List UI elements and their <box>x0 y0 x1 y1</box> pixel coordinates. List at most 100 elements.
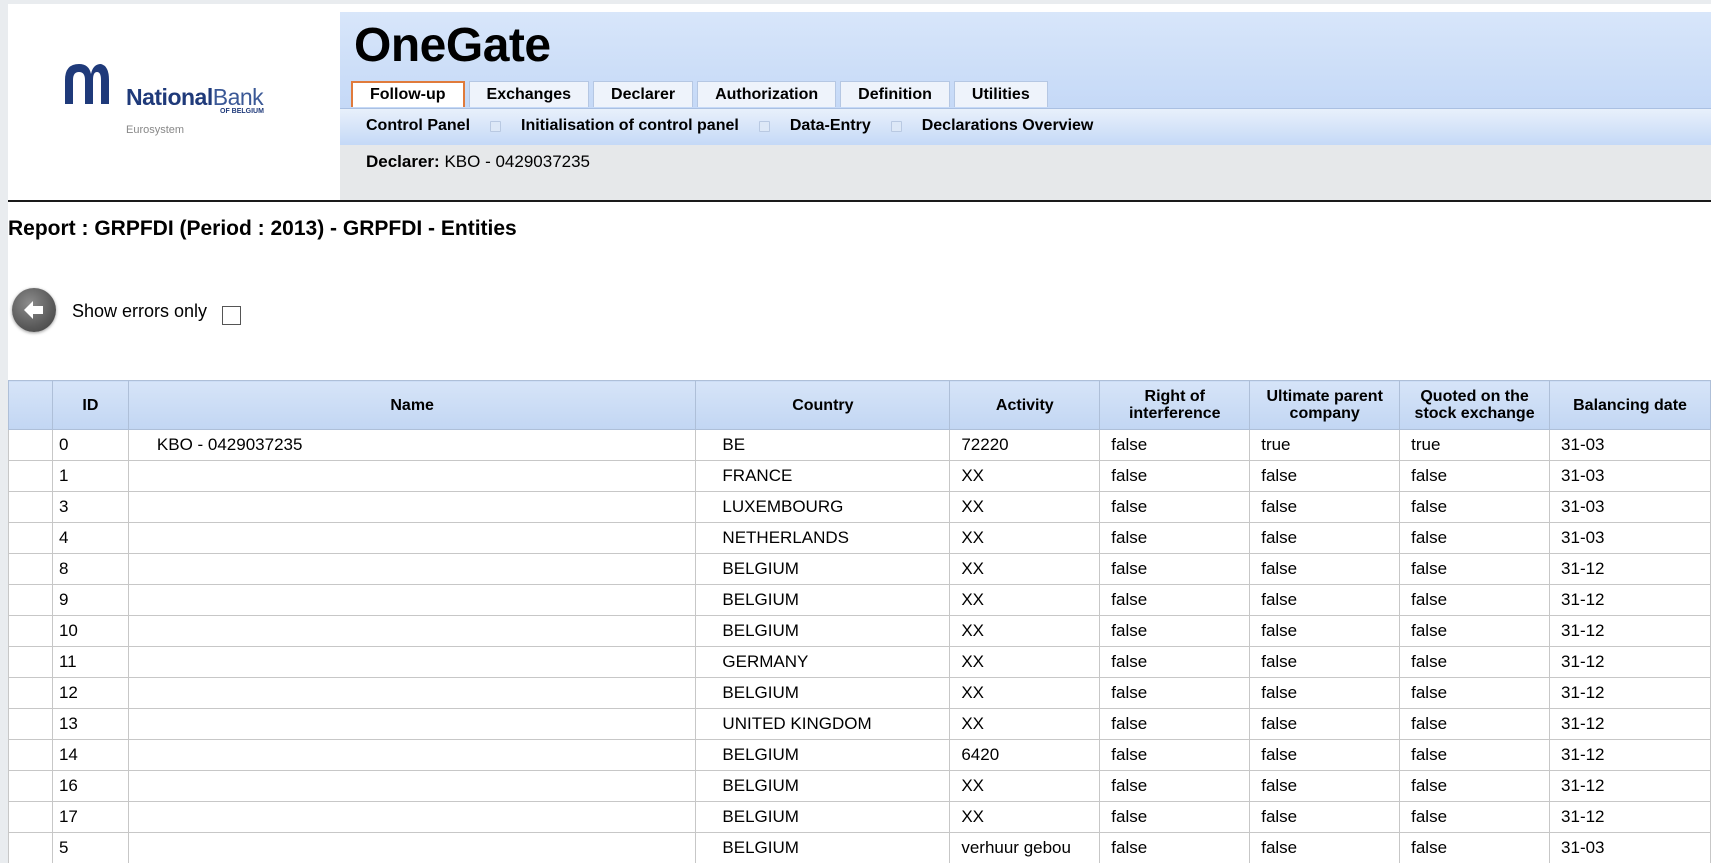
tab-utilities[interactable]: Utilities <box>953 81 1048 107</box>
cell-activity: XX <box>949 677 1101 709</box>
row-selector-cell[interactable] <box>8 522 53 554</box>
submenu-separator <box>758 120 770 132</box>
table-row[interactable]: 11 GERMANY XX false false false 31-12 <box>8 646 1711 678</box>
cell-name: KBO - 0429037235 <box>127 429 697 461</box>
row-selector-cell[interactable] <box>8 584 53 616</box>
cell-name <box>127 491 697 523</box>
column-header-name[interactable]: Name <box>127 380 697 430</box>
submenu-initialisation[interactable]: Initialisation of control panel <box>521 117 739 135</box>
row-selector-cell[interactable] <box>8 429 53 461</box>
cell-activity: XX <box>949 615 1101 647</box>
column-header-balancing-date[interactable]: Balancing date <box>1549 380 1711 430</box>
table-row[interactable]: 12 BELGIUM XX false false false 31-12 <box>8 677 1711 709</box>
table-row[interactable]: 3 LUXEMBOURG XX false false false 31-03 <box>8 491 1711 523</box>
table-row[interactable]: 13 UNITED KINGDOM XX false false false 31-12 <box>8 708 1711 740</box>
cell-ultimate: false <box>1249 491 1401 523</box>
cell-quoted: false <box>1399 801 1551 833</box>
column-header-activity[interactable]: Activity <box>949 380 1101 430</box>
cell-id: 9 <box>51 584 129 616</box>
table-row[interactable]: 16 BELGIUM XX false false false 31-12 <box>8 770 1711 802</box>
cell-quoted: true <box>1399 429 1551 461</box>
logo-subtitle: OF BELGIUM <box>220 108 264 115</box>
cell-quoted: false <box>1399 553 1551 585</box>
cell-right: false <box>1099 832 1251 863</box>
table-row[interactable]: 4 NETHERLANDS XX false false false 31-03 <box>8 522 1711 554</box>
submenu-data-entry[interactable]: Data-Entry <box>790 117 871 135</box>
cell-ultimate: false <box>1249 460 1401 492</box>
row-selector-cell[interactable] <box>8 739 53 771</box>
show-errors-label: Show errors only <box>72 301 208 321</box>
report-title: Report : GRPFDI (Period : 2013) - GRPFDI… <box>8 217 517 240</box>
row-selector-cell[interactable] <box>8 460 53 492</box>
cell-country: BELGIUM <box>695 801 951 833</box>
cell-country: BE <box>695 429 951 461</box>
cell-name <box>127 770 697 802</box>
back-button[interactable] <box>12 288 56 332</box>
declarer-label: Declarer: <box>366 152 440 171</box>
submenu-separator <box>490 120 502 132</box>
column-header-id[interactable]: ID <box>51 380 129 430</box>
row-selector-cell[interactable] <box>8 832 53 863</box>
table-row[interactable]: 0 KBO - 0429037235 BE 72220 false true true 31-… <box>8 429 1711 461</box>
main-tabs: Follow-up Exchanges Declarer Authorizati… <box>351 81 1048 108</box>
table-row[interactable]: 9 BELGIUM XX false false false 31-12 <box>8 584 1711 616</box>
cell-ultimate: false <box>1249 677 1401 709</box>
cell-activity: XX <box>949 491 1101 523</box>
row-selector-cell[interactable] <box>8 770 53 802</box>
column-header-ultimate-parent[interactable]: Ultimate parent company <box>1249 380 1401 430</box>
tab-follow-up[interactable]: Follow-up <box>351 81 465 107</box>
cell-balancing: 31-12 <box>1549 677 1711 709</box>
table-row[interactable]: 17 BELGIUM XX false false false 31-12 <box>8 801 1711 833</box>
cell-ultimate: false <box>1249 770 1401 802</box>
cell-right: false <box>1099 646 1251 678</box>
cell-balancing: 31-12 <box>1549 739 1711 771</box>
row-selector-cell[interactable] <box>8 708 53 740</box>
cell-ultimate: false <box>1249 801 1401 833</box>
header-divider <box>8 200 1711 202</box>
arrow-left-icon <box>24 301 43 319</box>
column-header-country[interactable]: Country <box>695 380 951 430</box>
declarer-value: KBO - 0429037235 <box>444 152 591 171</box>
logo[interactable]: NationalBank OF BELGIUM Eurosystem <box>8 4 340 200</box>
row-selector-cell[interactable] <box>8 646 53 678</box>
row-selector-cell[interactable] <box>8 677 53 709</box>
table-header-row: ID Name Country Activity Right of interfe… <box>8 380 1711 430</box>
table-row[interactable]: 8 BELGIUM XX false false false 31-12 <box>8 553 1711 585</box>
cell-country: BELGIUM <box>695 615 951 647</box>
show-errors-checkbox[interactable] <box>222 306 241 325</box>
cell-activity: XX <box>949 708 1101 740</box>
tab-definition[interactable]: Definition <box>840 81 950 107</box>
row-selector-cell[interactable] <box>8 553 53 585</box>
row-selector-cell[interactable] <box>8 491 53 523</box>
cell-right: false <box>1099 770 1251 802</box>
table-row[interactable]: 10 BELGIUM XX false false false 31-12 <box>8 615 1711 647</box>
tab-authorization[interactable]: Authorization <box>697 81 837 107</box>
submenu-declarations-overview[interactable]: Declarations Overview <box>922 117 1094 135</box>
logo-text: NationalBank <box>126 84 264 110</box>
cell-ultimate: false <box>1249 553 1401 585</box>
submenu-control-panel[interactable]: Control Panel <box>366 117 470 135</box>
cell-ultimate: false <box>1249 739 1401 771</box>
cell-name <box>127 522 697 554</box>
column-header-right-of-interference[interactable]: Right of interference <box>1099 380 1251 430</box>
page: NationalBank OF BELGIUM Eurosystem OneGa… <box>8 4 1711 863</box>
column-header-quoted[interactable]: Quoted on the stock exchange <box>1399 380 1551 430</box>
row-selector-cell[interactable] <box>8 615 53 647</box>
table-row[interactable]: 14 BELGIUM 6420 false false false 31-12 <box>8 739 1711 771</box>
cell-activity: XX <box>949 553 1101 585</box>
cell-name <box>127 739 697 771</box>
cell-quoted: false <box>1399 491 1551 523</box>
tab-declarer[interactable]: Declarer <box>593 81 694 107</box>
cell-balancing: 31-12 <box>1549 801 1711 833</box>
table-row[interactable]: 5 BELGIUM verhuur gebou false false false 31-0… <box>8 832 1711 863</box>
cell-activity: 6420 <box>949 739 1101 771</box>
cell-balancing: 31-03 <box>1549 522 1711 554</box>
cell-id: 4 <box>51 522 129 554</box>
cell-quoted: false <box>1399 460 1551 492</box>
table-row[interactable]: 1 FRANCE XX false false false 31-03 <box>8 460 1711 492</box>
submenu: Control Panel Initialisation of control … <box>366 114 1093 138</box>
cell-activity: XX <box>949 460 1101 492</box>
cell-id: 8 <box>51 553 129 585</box>
tab-exchanges[interactable]: Exchanges <box>468 81 590 107</box>
row-selector-cell[interactable] <box>8 801 53 833</box>
